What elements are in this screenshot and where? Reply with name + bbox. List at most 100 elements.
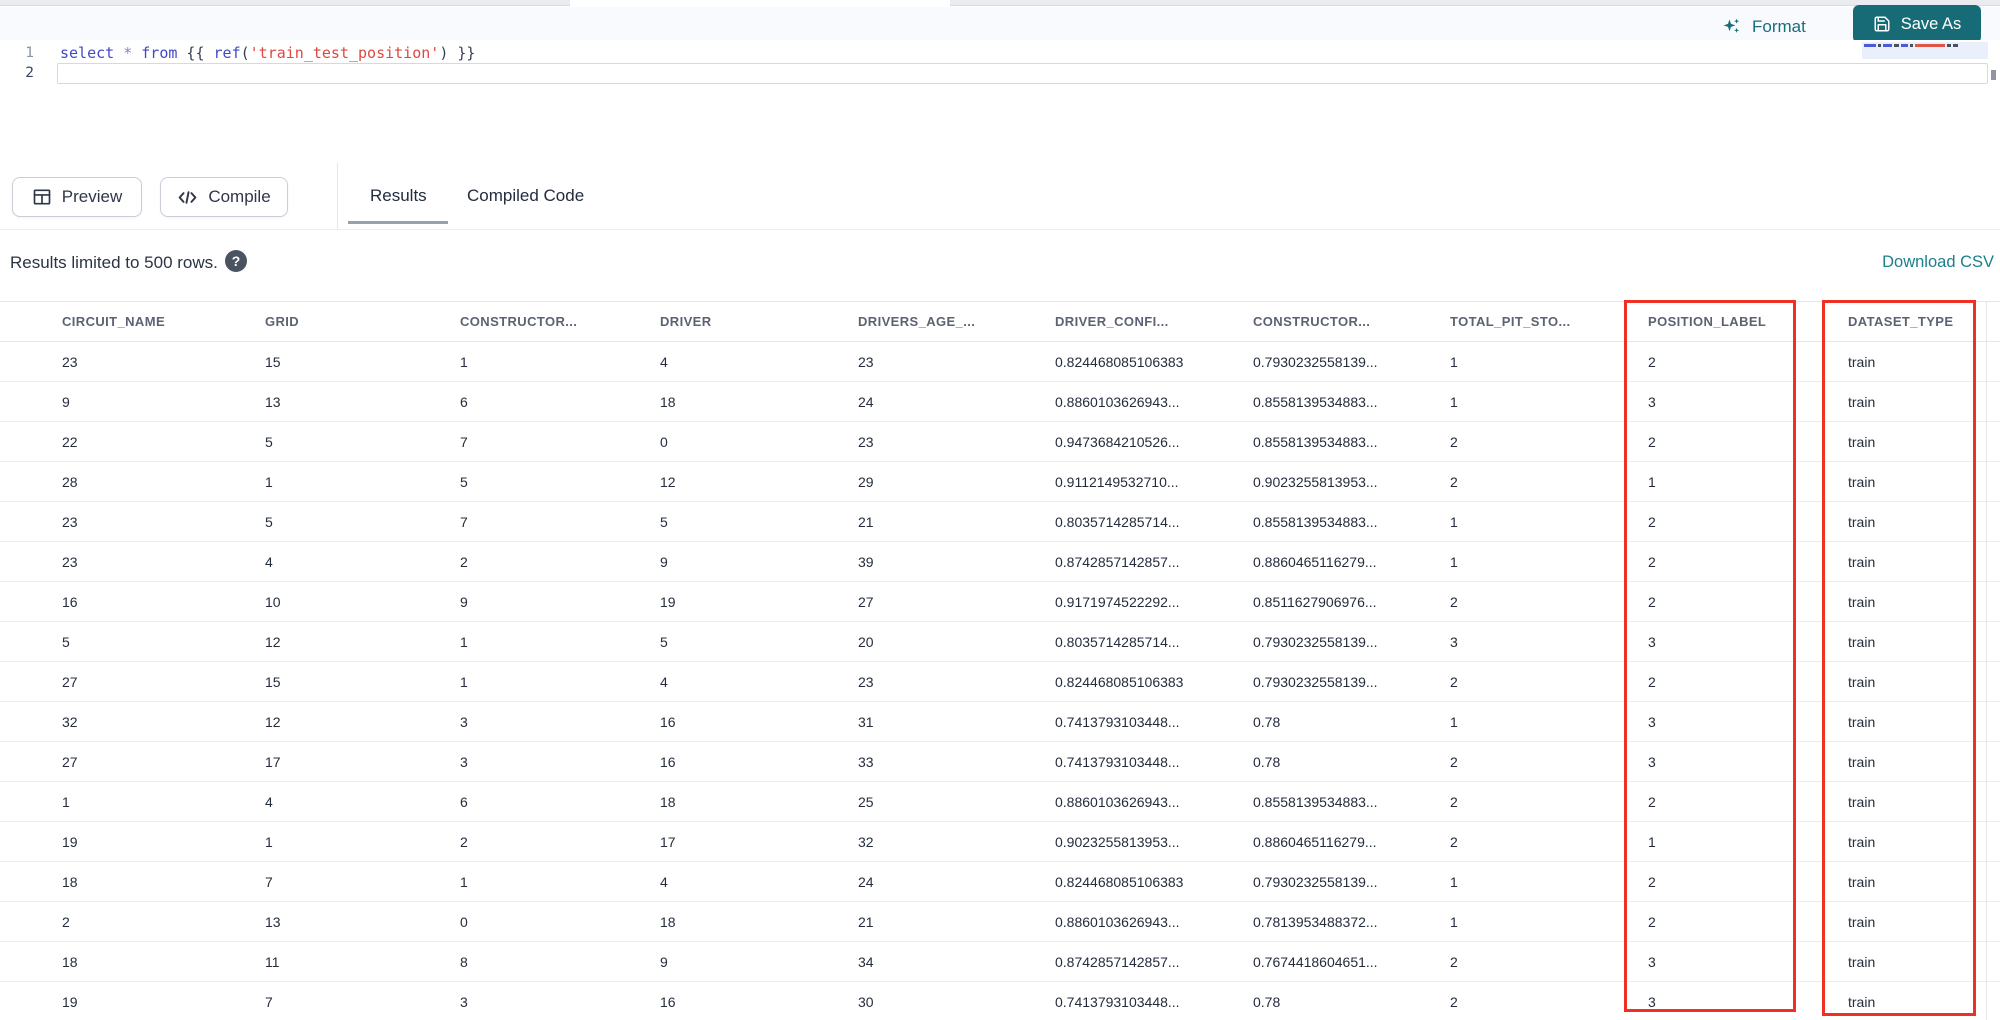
table-cell: 2 [1648,593,1656,610]
tab-compiled-code[interactable]: Compiled Code [467,186,584,206]
table-cell: 9 [460,593,468,610]
table-cell: 2 [1648,513,1656,530]
table-cell: 0.7930232558139... [1253,353,1378,370]
table-cell: 17 [265,753,281,770]
table-header-row: CIRCUIT_NAME GRID CONSTRUCTOR... DRIVER DRIV… [0,302,2000,342]
table-cell: 23 [62,513,78,530]
table-cell: 2 [460,833,468,850]
table-cell: 1 [460,873,468,890]
table-row: 23 5 7 5 21 0.8035714285714... 0.8558139534883… [0,502,2000,542]
table-cell: 1 [265,833,273,850]
format-button[interactable]: Format [1722,14,1806,40]
table-row: 32 12 3 16 31 0.7413793103448... 0.78 1 3 train [0,702,2000,742]
table-cell: 0.8035714285714... [1055,633,1180,650]
code-token: select [60,44,115,62]
current-line-highlight [57,63,1988,84]
preview-button-label: Preview [61,187,123,206]
code-token: ref [213,44,241,62]
table-body: 23 15 1 4 23 0.824468085106383 0.7930232558139… [0,342,2000,1020]
table-cell: 1 [460,353,468,370]
table-cell: 16 [62,593,78,610]
column-header: POSITION_LABEL [1648,314,1767,329]
table-cell: 31 [858,713,874,730]
table-cell: 1 [62,793,70,810]
table-cell: 0.7413793103448... [1055,993,1180,1010]
code-token: ( [240,44,250,62]
table-cell: 2 [1648,553,1656,570]
table-row: 22 5 7 0 23 0.9473684210526... 0.8558139534883… [0,422,2000,462]
table-cell: 2 [1450,593,1458,610]
table-cell: 0.8511627906976... [1253,593,1377,610]
table-cell: 0.8035714285714... [1055,513,1180,530]
editor-minimap[interactable] [1862,42,1988,59]
table-cell: 16 [660,993,676,1010]
table-cell: 21 [858,513,874,530]
table-cell: 0.78 [1253,993,1281,1010]
table-cell: train [1848,473,1876,490]
active-file-tab[interactable] [570,0,950,7]
results-info-row: Results limited to 500 rows. ? Download … [0,230,2000,301]
table-grid-icon [32,187,52,207]
table-cell: 1 [1648,833,1656,850]
editor-scrollbar-thumb[interactable] [1991,70,1996,80]
code-line-1[interactable]: select * from {{ ref('train_test_positio… [60,43,475,63]
table-cell: 2 [1648,353,1656,370]
table-cell: 0.8558139534883... [1253,793,1378,810]
table-cell: 12 [265,713,281,730]
code-token: * [123,44,133,62]
table-cell: 15 [265,673,281,690]
table-row: 27 17 3 16 33 0.7413793103448... 0.78 2 3 train [0,742,2000,782]
table-cell: 0.8558139534883... [1253,513,1378,530]
table-cell: 0.824468085106383 [1055,873,1184,890]
table-cell: 20 [858,633,874,650]
table-right-edge [1986,301,1987,1020]
table-cell: 2 [1648,873,1656,890]
download-csv-link[interactable]: Download CSV [1882,253,1994,272]
table-cell: train [1848,513,1876,530]
table-row: 19 1 2 17 32 0.9023255813953... 0.886046511627… [0,822,2000,862]
table-cell: 1 [1450,353,1458,370]
table-cell: 2 [1648,673,1656,690]
table-cell: 4 [660,353,668,370]
table-cell: train [1848,833,1876,850]
table-cell: 23 [858,433,874,450]
format-button-label: Format [1752,17,1806,36]
table-row: 18 7 1 4 24 0.824468085106383 0.7930232558139.… [0,862,2000,902]
sql-editor[interactable]: 1 2 select * from {{ ref('train_test_pos… [0,40,2000,160]
table-cell: train [1848,753,1876,770]
table-cell: 7 [460,513,468,530]
minimap-code-line [1862,42,1988,47]
table-cell: 22 [62,433,78,450]
table-cell: 0.9112149532710... [1055,473,1179,490]
table-row: 18 11 8 9 34 0.8742857142857... 0.767441860465… [0,942,2000,982]
tab-results[interactable]: Results [370,186,427,206]
compile-button[interactable]: Compile [160,177,288,217]
table-cell: 39 [858,553,874,570]
table-cell: 10 [265,593,281,610]
table-cell: train [1848,953,1876,970]
table-cell: 0.824468085106383 [1055,353,1184,370]
save-as-button[interactable]: Save As [1853,5,1981,43]
preview-button[interactable]: Preview [12,177,142,217]
table-cell: train [1848,553,1876,570]
table-cell: 2 [1648,433,1656,450]
table-cell: 25 [858,793,874,810]
table-cell: 1 [460,633,468,650]
table-cell: 5 [265,433,273,450]
help-icon[interactable]: ? [225,250,247,272]
table-cell: 3 [1648,393,1656,410]
table-row: 23 4 2 9 39 0.8742857142857... 0.8860465116279… [0,542,2000,582]
table-cell: 3 [460,753,468,770]
table-cell: 1 [1450,553,1458,570]
table-cell: 0.8860103626943... [1055,393,1180,410]
table-cell: 18 [660,913,676,930]
table-cell: 12 [265,633,281,650]
line-number-2: 2 [25,65,34,81]
table-cell: 23 [62,553,78,570]
table-cell: 0.8860465116279... [1253,553,1377,570]
table-cell: 0.8558139534883... [1253,393,1378,410]
table-cell: 2 [1450,673,1458,690]
table-cell: 2 [1450,993,1458,1010]
table-cell: 21 [858,913,874,930]
table-cell: 9 [660,553,668,570]
